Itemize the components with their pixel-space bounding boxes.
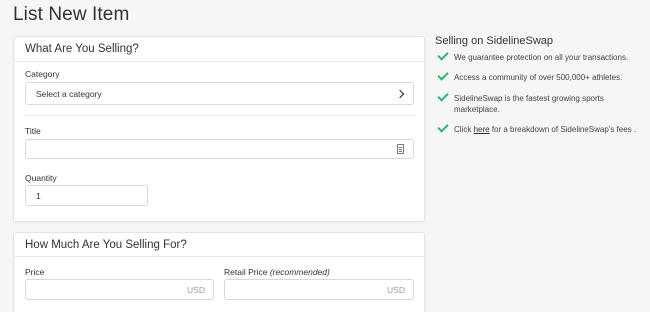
checkmark-icon [437, 90, 449, 102]
retail-price-note: (recommended) [269, 267, 330, 277]
quantity-input-value: 1 [36, 190, 41, 201]
retail-currency-suffix: USD [387, 284, 405, 295]
price-input[interactable]: USD [25, 279, 214, 300]
checkmark-icon [437, 69, 449, 81]
fees-text: Click here for a breakdown of SidelineSw… [454, 124, 636, 135]
fees-suffix: for a breakdown of SidelineSwap's fees . [491, 125, 637, 134]
retail-price-label: Retail Price (recommended) [224, 267, 330, 277]
checkmark-icon [437, 121, 449, 133]
benefit-text: We guarantee protection on all your tran… [454, 53, 629, 62]
selling-card-header: What Are You Selling? [14, 37, 424, 62]
fees-link[interactable]: here [474, 125, 490, 134]
title-label: Title [25, 126, 41, 136]
price-card-header: How Much Are You Selling For? [14, 233, 424, 257]
benefit-item: Access a community of over 500,000+ athl… [437, 69, 642, 83]
category-label: Category [25, 69, 60, 79]
quantity-label: Quantity [25, 173, 57, 183]
category-select[interactable]: Select a category [25, 82, 414, 105]
chevron-right-icon [395, 89, 405, 98]
retail-price-input[interactable]: USD [224, 279, 414, 300]
checkmark-icon [437, 49, 449, 61]
price-label: Price [25, 267, 45, 277]
form-fill-icon[interactable] [397, 144, 404, 154]
selling-card: What Are You Selling? Category Select a … [13, 36, 425, 222]
price-card: How Much Are You Selling For? Price USD … [13, 232, 425, 312]
price-currency-suffix: USD [187, 284, 205, 295]
category-select-value: Select a category [36, 88, 102, 99]
benefit-item: Click here for a breakdown of SidelineSw… [437, 121, 642, 135]
sidebar-title: Selling on SidelineSwap [435, 35, 554, 47]
benefit-text: SidelineSwap is the fastest growing spor… [454, 94, 604, 114]
retail-price-label-text: Retail Price [224, 267, 268, 277]
benefit-item: SidelineSwap is the fastest growing spor… [437, 90, 637, 115]
fees-prefix: Click [454, 125, 472, 134]
section-divider [26, 115, 414, 116]
quantity-input[interactable]: 1 [25, 185, 148, 206]
title-input[interactable] [25, 139, 414, 159]
benefit-text: Access a community of over 500,000+ athl… [454, 73, 623, 82]
page-title: List New Item [13, 4, 130, 25]
benefit-item: We guarantee protection on all your tran… [437, 49, 642, 63]
